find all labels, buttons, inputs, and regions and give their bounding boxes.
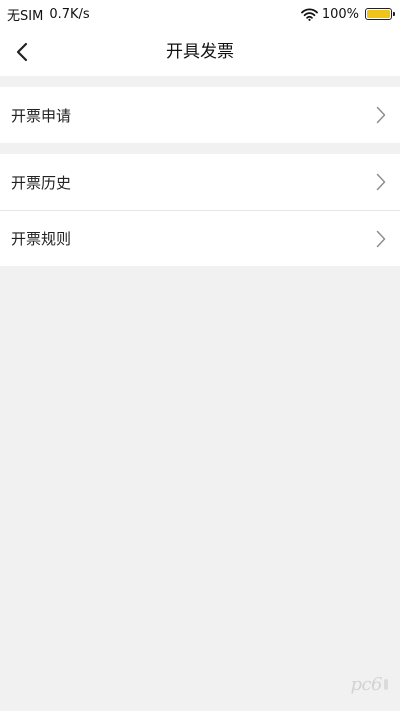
wifi-icon — [300, 8, 318, 21]
nav-bar: 开具发票 — [0, 28, 400, 76]
menu-item-apply[interactable]: 开票申请 — [0, 87, 400, 143]
menu-item-history[interactable]: 开票历史 — [0, 154, 400, 210]
back-button[interactable] — [6, 36, 38, 68]
chevron-right-icon — [375, 230, 387, 248]
menu-item-label: 开票历史 — [11, 173, 72, 192]
menu-item-rules[interactable]: 开票规则 — [0, 210, 400, 266]
chevron-right-icon — [375, 106, 387, 124]
carrier-text: 无SIM — [7, 8, 44, 24]
battery-icon — [365, 8, 395, 20]
network-speed: 0.7K/s — [49, 6, 90, 22]
battery-cap — [393, 12, 395, 16]
watermark-text: pc6 — [350, 674, 382, 695]
menu-item-label: 开票申请 — [11, 106, 72, 125]
status-bar: 无SIM 0.7K/s 100% — [0, 0, 400, 28]
menu-group-apply: 开票申请 — [0, 87, 400, 143]
status-right: 100% — [300, 6, 395, 22]
menu-item-label: 开票规则 — [11, 230, 72, 248]
watermark-badge: ​ — [384, 679, 388, 690]
battery-fill — [367, 10, 390, 18]
pc6-watermark-logo: pc6 ​ — [350, 674, 388, 695]
menu-group-records: 开票历史 开票规则 — [0, 154, 400, 266]
battery-percent: 100% — [321, 6, 359, 22]
back-chevron-icon — [16, 42, 28, 62]
status-left: 无SIM 0.7K/s — [7, 5, 90, 24]
chevron-right-icon — [375, 173, 387, 191]
page-title: 开具发票 — [166, 42, 234, 62]
